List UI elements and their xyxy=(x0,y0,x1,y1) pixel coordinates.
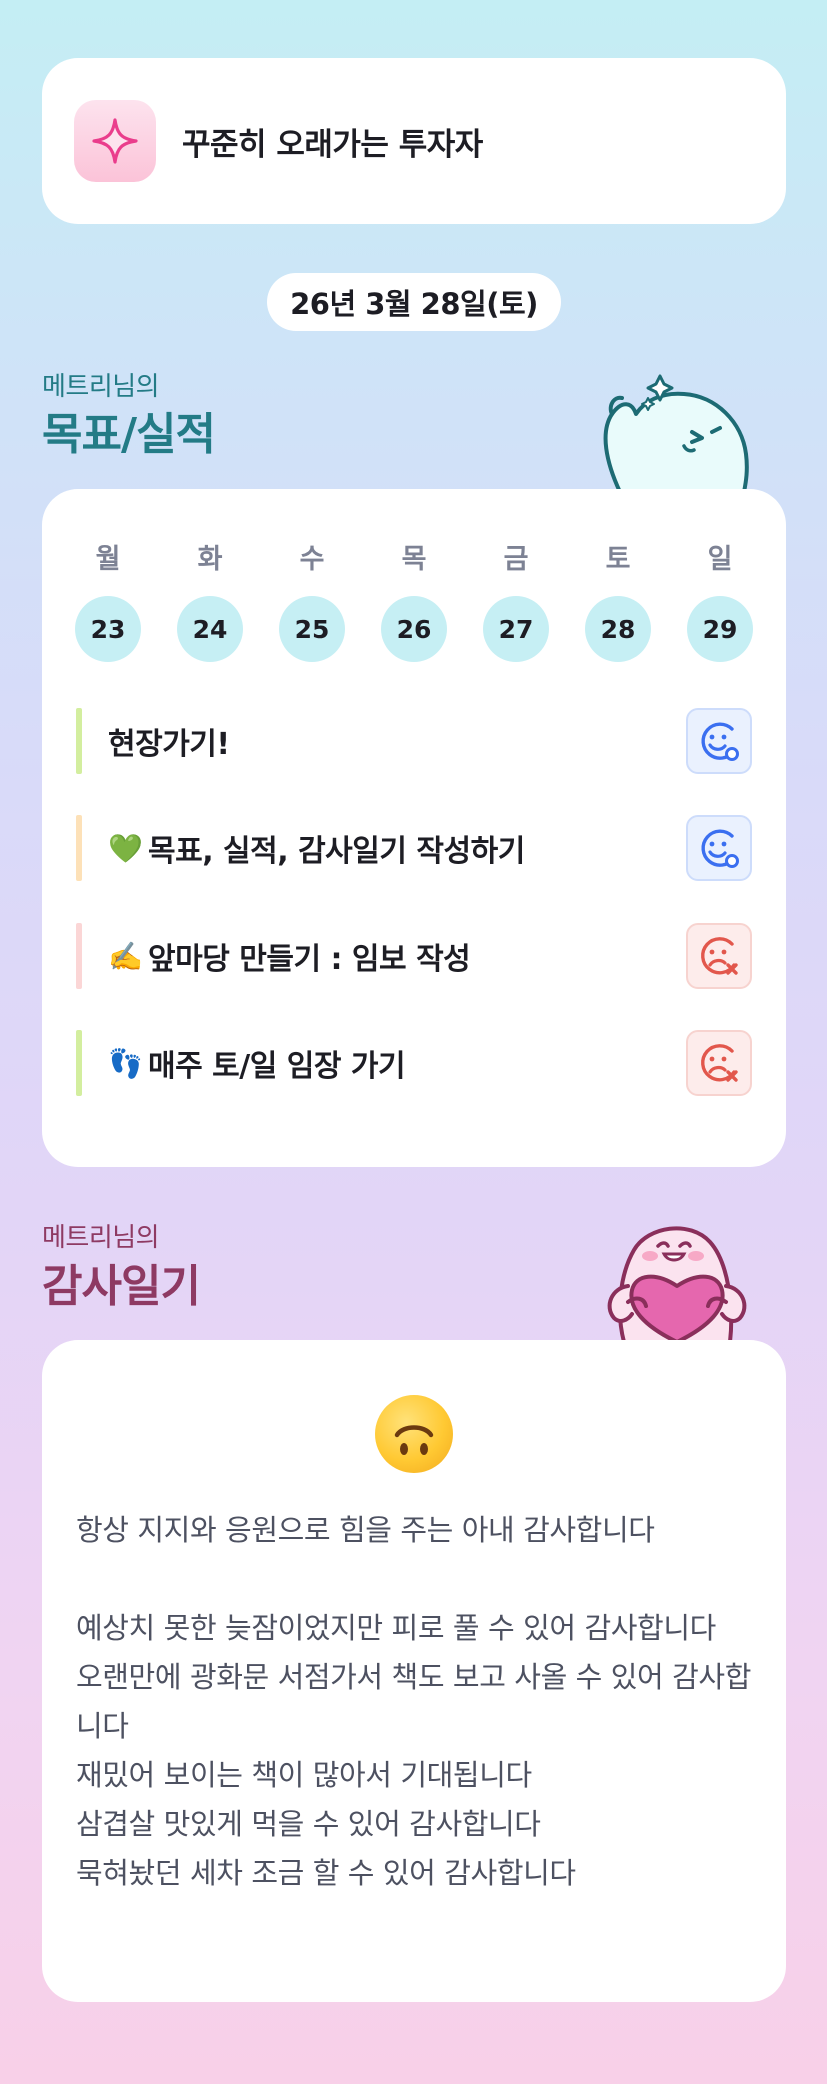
goal-color-bar xyxy=(76,923,82,989)
green-heart-icon: 💚 xyxy=(108,831,143,865)
smile-face-icon xyxy=(701,829,739,868)
day-button-25[interactable]: 25 xyxy=(279,596,345,662)
goal-status-achieved-button[interactable] xyxy=(686,815,752,881)
goal-color-bar xyxy=(76,708,82,774)
weekday-label: 토 xyxy=(605,544,631,575)
goal-color-bar xyxy=(76,1030,82,1096)
diary-entry-text: 항상 지지와 응원으로 힘을 주는 아내 감사합니다 예상치 못한 늦잠이었지만… xyxy=(76,1513,751,1890)
goal-status-missed-button[interactable] xyxy=(686,1030,752,1096)
goal-status-achieved-button[interactable] xyxy=(686,708,752,774)
weekday-label: 금 xyxy=(503,544,529,575)
weekday-label: 월 xyxy=(95,544,121,575)
diary-section-subtitle: 메트리님의 xyxy=(42,1223,160,1253)
sad-face-icon xyxy=(701,1044,738,1082)
goal-text: 매주 토/일 임장 가기 xyxy=(148,1049,406,1084)
day-button-28[interactable]: 28 xyxy=(585,596,651,662)
day-button-24[interactable]: 24 xyxy=(177,596,243,662)
goals-card: 월 화 수 목 금 토 일 23 24 25 26 27 28 29 현장가기! xyxy=(42,489,786,1167)
goal-item: 현장가기! xyxy=(76,708,752,774)
day-button-29[interactable]: 29 xyxy=(687,596,753,662)
goals-section-title: 목표/실적 xyxy=(42,409,216,460)
goal-text: 앞마당 만들기 : 임보 작성 xyxy=(148,942,471,977)
weekday-label: 화 xyxy=(197,544,223,575)
upside-down-face-icon xyxy=(375,1395,453,1473)
day-button-26[interactable]: 26 xyxy=(381,596,447,662)
goal-status-missed-button[interactable] xyxy=(686,923,752,989)
sad-face-icon xyxy=(701,937,738,975)
goal-item: 💚 목표, 실적, 감사일기 작성하기 xyxy=(76,815,752,881)
goal-color-bar xyxy=(76,815,82,881)
gratitude-diary-card: 항상 지지와 응원으로 힘을 주는 아내 감사합니다 예상치 못한 늦잠이었지만… xyxy=(42,1340,786,2002)
smile-face-icon xyxy=(701,722,739,761)
weekday-label: 목 xyxy=(401,544,427,575)
date-label[interactable]: 26년 3월 28일(토) xyxy=(267,273,561,331)
pink-mascot-illustration xyxy=(607,1226,747,1342)
weekday-label: 일 xyxy=(707,544,733,575)
mint-mascot-illustration xyxy=(603,374,749,492)
goal-text: 목표, 실적, 감사일기 작성하기 xyxy=(148,834,525,869)
day-button-23[interactable]: 23 xyxy=(75,596,141,662)
goal-text: 현장가기! xyxy=(108,727,230,762)
goal-item: ✍️ 앞마당 만들기 : 임보 작성 xyxy=(76,923,752,989)
day-button-27[interactable]: 27 xyxy=(483,596,549,662)
profile-card: 꾸준히 오래가는 투자자 xyxy=(42,58,786,224)
sparkle-icon xyxy=(74,100,156,182)
profile-title: 꾸준히 오래가는 투자자 xyxy=(182,126,483,163)
weekday-label: 수 xyxy=(299,544,325,575)
footprints-icon: 👣 xyxy=(108,1046,143,1080)
writing-hand-icon: ✍️ xyxy=(108,939,143,973)
diary-section-title: 감사일기 xyxy=(42,1261,201,1312)
goal-item: 👣 매주 토/일 임장 가기 xyxy=(76,1030,752,1096)
